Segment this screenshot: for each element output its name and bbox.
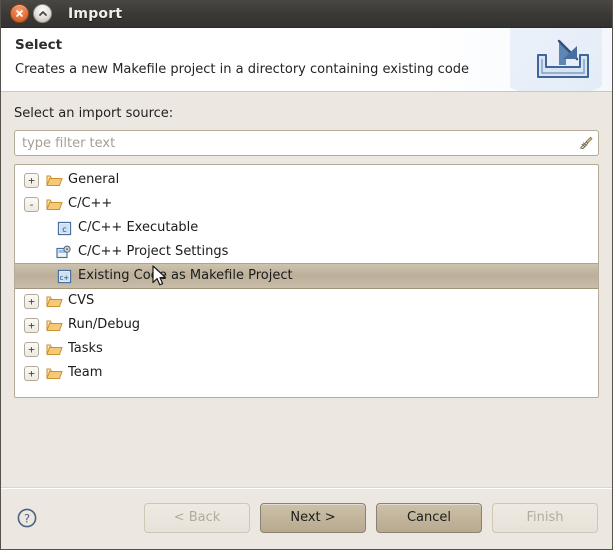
tree-item-label: Tasks (68, 341, 103, 357)
expander-toggle[interactable]: + (24, 173, 39, 188)
tree-item-existing-code-as-makefile-project[interactable]: c+ Existing Code as Makefile Project (15, 263, 598, 289)
svg-text:c: c (62, 225, 66, 234)
expander-glyph: - (28, 199, 35, 210)
folder-icon (45, 196, 63, 212)
maximize-button[interactable] (33, 4, 52, 23)
c-file-icon: c (55, 220, 73, 236)
tree-item-label: Existing Code as Makefile Project (78, 268, 293, 284)
tree-item-c-cpp-executable[interactable]: c C/C++ Executable (15, 216, 598, 240)
dialog-button-group: < Back Next > Cancel Finish (144, 503, 598, 533)
project-settings-icon (55, 244, 73, 260)
expander-toggle[interactable]: + (24, 318, 39, 333)
folder-icon (45, 172, 63, 188)
expander-toggle[interactable]: + (24, 342, 39, 357)
tree-item-label: CVS (68, 293, 94, 309)
clear-filter-broom-icon[interactable] (577, 134, 595, 152)
close-button[interactable] (10, 4, 29, 23)
finish-button[interactable]: Finish (492, 503, 598, 533)
folder-icon (45, 341, 63, 357)
close-icon (15, 9, 24, 18)
tree-item-label: C/C++ Executable (78, 220, 198, 236)
tree-item-label: C/C++ Project Settings (78, 244, 228, 260)
next-button[interactable]: Next > (260, 503, 366, 533)
import-source-label: Select an import source: (14, 106, 599, 121)
cpp-file-icon: c+ (55, 268, 73, 284)
search-input[interactable] (14, 130, 599, 156)
tree-item-c-cpp[interactable]: - C/C++ (15, 192, 598, 216)
cancel-button[interactable]: Cancel (376, 503, 482, 533)
folder-icon (45, 293, 63, 309)
expander-glyph: + (28, 175, 35, 186)
tree-item-tasks[interactable]: + Tasks (15, 337, 598, 361)
tree-item-cvs[interactable]: + CVS (15, 289, 598, 313)
svg-text:c+: c+ (59, 274, 69, 282)
expander-toggle[interactable]: - (24, 197, 39, 212)
dialog-header: Select Creates a new Makefile project in… (1, 28, 612, 92)
expander-glyph: + (28, 344, 35, 355)
window-title: Import (68, 6, 122, 22)
svg-text:?: ? (24, 511, 30, 525)
folder-icon (45, 317, 63, 333)
tree-item-label: Run/Debug (68, 317, 140, 333)
import-source-tree[interactable]: + General - C/C++ (14, 164, 599, 398)
import-dialog-window: Import Select Creates a new Makefile pro… (0, 0, 613, 550)
expander-glyph: + (28, 296, 35, 307)
expander-toggle[interactable]: + (24, 294, 39, 309)
tree-item-label: General (68, 172, 119, 188)
tree-item-label: C/C++ (68, 196, 112, 212)
filter-row (14, 130, 599, 156)
tree-item-label: Team (68, 365, 102, 381)
tree-item-general[interactable]: + General (15, 168, 598, 192)
header-banner-icon (510, 28, 602, 91)
title-bar: Import (1, 0, 612, 28)
import-tray-icon (532, 37, 594, 83)
back-button[interactable]: < Back (144, 503, 250, 533)
help-question-icon: ? (16, 507, 38, 529)
tree-item-run-debug[interactable]: + Run/Debug (15, 313, 598, 337)
help-button[interactable]: ? (15, 506, 39, 530)
dialog-body: Select an import source: + (1, 92, 612, 398)
folder-icon (45, 365, 63, 381)
chevron-up-icon (38, 9, 48, 18)
tree-item-team[interactable]: + Team (15, 361, 598, 385)
expander-glyph: + (28, 368, 35, 379)
expander-toggle[interactable]: + (24, 366, 39, 381)
tree-item-c-cpp-project-settings[interactable]: C/C++ Project Settings (15, 240, 598, 264)
expander-glyph: + (28, 320, 35, 331)
dialog-footer: ? < Back Next > Cancel Finish (1, 487, 612, 549)
